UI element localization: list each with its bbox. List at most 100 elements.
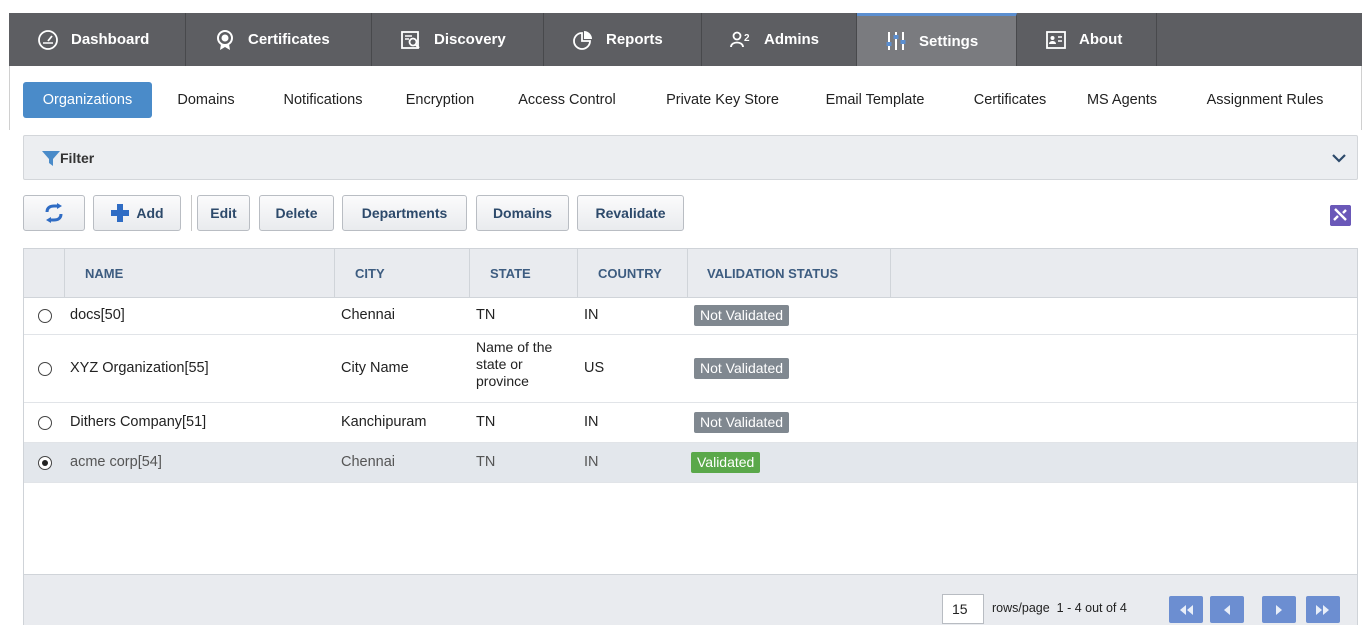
subtab-private-key-store[interactable]: Private Key Store <box>650 82 795 118</box>
add-button[interactable]: Add <box>93 195 181 231</box>
status-badge: Not Validated <box>694 412 790 433</box>
table-row[interactable]: XYZ Organization[55] City Name Name of t… <box>24 335 1357 403</box>
cell-country: IN <box>584 454 599 470</box>
cell-name: acme corp[54] <box>70 454 162 470</box>
cell-name: docs[50] <box>70 307 125 323</box>
cell-country: IN <box>584 414 599 430</box>
cell-country: US <box>584 360 605 376</box>
right-icon <box>1276 604 1282 615</box>
cell-city: Kanchipuram <box>341 414 427 430</box>
grid-footer: 15 rows/page 1 - 4 out of 4 <box>24 574 1357 625</box>
column-header-state[interactable]: STATE <box>470 249 578 298</box>
nav-tab-label: Admins <box>764 31 820 48</box>
cell-state: TN <box>476 414 496 430</box>
prev-page-button[interactable] <box>1210 596 1244 623</box>
status-badge: Validated <box>691 452 761 473</box>
nav-tab-admins[interactable]: 2 Admins <box>702 13 857 66</box>
admins-icon: 2 <box>730 31 750 47</box>
row-radio[interactable] <box>38 362 52 376</box>
settings-subtabs: Organizations Domains Notifications Encr… <box>9 66 1362 130</box>
chevron-down-icon[interactable] <box>1331 151 1347 165</box>
discovery-icon <box>401 30 420 49</box>
row-radio[interactable] <box>38 456 52 470</box>
rows-label: rows/page <box>992 601 1050 615</box>
subtab-notifications[interactable]: Notifications <box>264 82 382 118</box>
plus-icon <box>111 204 130 222</box>
row-radio[interactable] <box>38 416 52 430</box>
subtab-ms-agents[interactable]: MS Agents <box>1076 82 1168 118</box>
cell-country: IN <box>584 307 599 323</box>
svg-text:2: 2 <box>744 33 750 44</box>
nav-tab-label: Dashboard <box>71 31 150 48</box>
page-range: 1 - 4 out of 4 <box>1056 601 1127 615</box>
row-radio[interactable] <box>38 309 52 323</box>
nav-tab-label: Reports <box>606 31 663 48</box>
subtab-certificates[interactable]: Certificates <box>958 82 1062 118</box>
cell-name: Dithers Company[51] <box>70 414 207 430</box>
main-nav: Dashboard Certificates Discovery Reports… <box>9 13 1362 66</box>
rows-per-page-label: rows/page 1 - 4 out of 4 <box>992 601 1127 615</box>
revalidate-button[interactable]: Revalidate <box>577 195 684 231</box>
nav-tab-dashboard[interactable]: Dashboard <box>9 13 186 66</box>
nav-filler <box>1157 13 1362 66</box>
nav-tab-certificates[interactable]: Certificates <box>186 13 372 66</box>
cell-city: Chennai <box>341 307 396 323</box>
first-page-button[interactable] <box>1169 596 1203 623</box>
cell-state: TN <box>476 307 496 323</box>
double-right-icon <box>1316 604 1329 615</box>
column-header-country[interactable]: COUNTRY <box>578 249 688 298</box>
subtab-organizations[interactable]: Organizations <box>23 82 152 118</box>
table-row[interactable]: Dithers Company[51] Kanchipuram TN IN No… <box>24 403 1357 443</box>
grid-header: NAME CITY STATE COUNTRY VALIDATION STATU… <box>24 249 1357 298</box>
toolbar-separator <box>191 195 193 231</box>
filter-bar[interactable]: Filter <box>23 135 1358 180</box>
gauge-icon <box>38 29 58 50</box>
nav-tab-label: Settings <box>919 32 979 50</box>
nav-tab-label: About <box>1079 31 1123 48</box>
subtab-access-control[interactable]: Access Control <box>504 82 630 118</box>
cell-city: City Name <box>341 360 409 376</box>
subtab-domains[interactable]: Domains <box>162 82 250 118</box>
left-icon <box>1224 604 1230 615</box>
rows-per-page-input[interactable]: 15 <box>942 594 984 624</box>
nav-tab-label: Certificates <box>248 31 330 48</box>
nav-tab-about[interactable]: About <box>1017 13 1157 66</box>
cell-state: Name of the state or province <box>476 339 553 389</box>
add-label: Add <box>136 205 164 221</box>
refresh-icon <box>45 203 63 223</box>
certificate-icon <box>217 29 233 50</box>
cell-name: XYZ Organization[55] <box>70 360 209 376</box>
subtab-email-template[interactable]: Email Template <box>808 82 942 118</box>
cell-state: TN <box>476 454 496 470</box>
column-header-name[interactable]: NAME <box>65 249 335 298</box>
filter-label: Filter <box>60 150 95 166</box>
status-badge: Not Validated <box>694 305 790 326</box>
edit-button[interactable]: Edit <box>197 195 250 231</box>
about-icon <box>1046 30 1066 49</box>
nav-tab-settings[interactable]: Settings <box>857 13 1017 66</box>
nav-tab-discovery[interactable]: Discovery <box>372 13 544 66</box>
departments-button[interactable]: Departments <box>342 195 467 231</box>
subtab-assignment-rules[interactable]: Assignment Rules <box>1182 82 1348 118</box>
next-page-button[interactable] <box>1262 596 1296 623</box>
organizations-grid: NAME CITY STATE COUNTRY VALIDATION STATU… <box>23 248 1358 625</box>
column-header-validation-status[interactable]: VALIDATION STATUS <box>688 249 891 298</box>
nav-tab-reports[interactable]: Reports <box>544 13 702 66</box>
table-row-selected[interactable]: acme corp[54] Chennai TN IN Validated <box>24 443 1357 483</box>
tools-icon[interactable] <box>1330 205 1351 226</box>
status-badge: Not Validated <box>694 358 790 379</box>
reports-icon <box>573 30 592 50</box>
nav-tab-label: Discovery <box>434 31 506 48</box>
table-row[interactable]: docs[50] Chennai TN IN Not Validated <box>24 298 1357 335</box>
column-header-city[interactable]: CITY <box>335 249 470 298</box>
select-column-header <box>24 249 65 298</box>
refresh-button[interactable] <box>23 195 85 231</box>
settings-icon <box>886 32 906 50</box>
subtab-encryption[interactable]: Encryption <box>390 82 490 118</box>
domains-button[interactable]: Domains <box>476 195 569 231</box>
cell-city: Chennai <box>341 454 396 470</box>
last-page-button[interactable] <box>1306 596 1340 623</box>
delete-button[interactable]: Delete <box>259 195 334 231</box>
double-left-icon <box>1180 604 1193 615</box>
funnel-icon <box>42 151 60 166</box>
